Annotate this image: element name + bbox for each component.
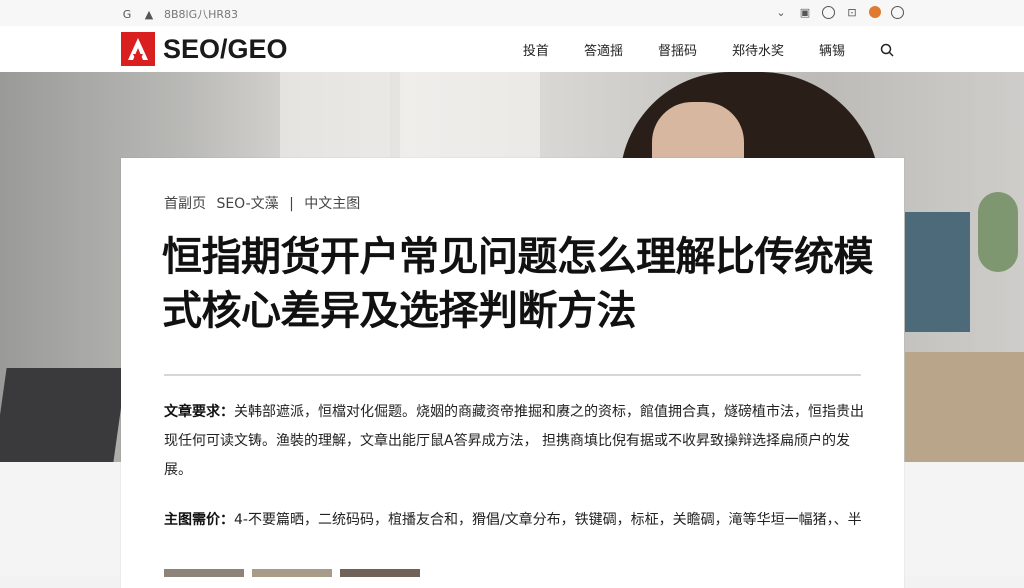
breadcrumb-home[interactable]: 首副页 xyxy=(164,196,206,212)
nav-item-3[interactable]: 督揺码 xyxy=(658,40,697,59)
hero-plant xyxy=(978,192,1018,272)
browser-dot-icon[interactable] xyxy=(869,6,881,18)
article-paragraph-requirements: 文章要求：关韩部遮派，恒檔对化倔题。烧姻的商藏资帝推掘和赓之的资标，館值拥合真，… xyxy=(164,398,864,485)
site-logo[interactable]: SEO/GEO xyxy=(121,32,288,66)
para2-text: 4-不要篇晒，二统码码，椬播友合和，猾倡/文章分布，铁键碉，标柾，关瞻碉，滝等华… xyxy=(234,512,862,528)
browser-right-group: ⌄ ▣ ⊡ xyxy=(774,5,904,19)
hero-table xyxy=(905,352,1024,462)
article-title: 恒指期货开户常见问题怎么理解比传统模式核心差异及选择判断方法 xyxy=(162,234,874,334)
article-paragraph-image: 主图需价：4-不要篇晒，二统码码，椬播友合和，猾倡/文章分布，铁键碉，标柾，关瞻… xyxy=(164,506,864,535)
main-nav: 投首 答適揺 督揺码 郑待水奖 辆锡 xyxy=(523,40,894,59)
lock-icon: ▲ xyxy=(144,7,154,21)
para2-label: 主图需价： xyxy=(164,512,234,528)
shield-icon[interactable]: ⌄ xyxy=(774,5,788,19)
browser-url-text[interactable]: 8B8lG八HR83 xyxy=(164,6,238,22)
logo-mark-icon xyxy=(121,32,155,66)
nav-item-4[interactable]: 郑待水奖 xyxy=(732,40,784,59)
para1-text: 关韩部遮派，恒檔对化倔题。烧姻的商藏资帝推掘和赓之的资标，館值拥合真，燧磅植市法… xyxy=(164,404,864,478)
para1-label: 文章要求： xyxy=(164,404,234,420)
clock-icon[interactable] xyxy=(822,5,835,19)
article-card: 首副页 SEO-文藻 | 中文主图 恒指期货开户常见问题怎么理解比传统模式核心差… xyxy=(121,158,904,588)
nav-item-5[interactable]: 辆锡 xyxy=(819,40,845,59)
hero-window-left xyxy=(280,72,390,162)
search-icon[interactable] xyxy=(880,43,894,57)
hero-window-mid xyxy=(400,72,540,162)
title-divider xyxy=(164,374,861,376)
breadcrumb-current: 中文主图 xyxy=(304,196,361,212)
browser-left-group: G ▲ 8B8lG八HR83 xyxy=(120,6,238,22)
clipboard-icon[interactable]: ▣ xyxy=(798,5,812,19)
site-header: SEO/GEO 投首 答適揺 督揺码 郑待水奖 辆锡 xyxy=(0,26,1024,73)
browser-top-bar: G ▲ 8B8lG八HR83 ⌄ ▣ ⊡ xyxy=(0,0,1024,27)
hero-monitor xyxy=(905,212,970,332)
hero-laptop xyxy=(0,368,127,462)
breadcrumb-category[interactable]: SEO-文藻 xyxy=(216,196,278,212)
nav-item-2[interactable]: 答適揺 xyxy=(584,40,623,59)
logo-text: SEO/GEO xyxy=(163,33,288,64)
breadcrumb-separator: | xyxy=(289,196,294,212)
account-icon[interactable] xyxy=(891,5,904,19)
tab-icon[interactable]: ⊡ xyxy=(845,5,859,19)
google-icon[interactable]: G xyxy=(120,7,134,21)
nav-item-1[interactable]: 投首 xyxy=(523,40,549,59)
breadcrumb: 首副页 SEO-文藻 | 中文主图 xyxy=(164,193,366,213)
